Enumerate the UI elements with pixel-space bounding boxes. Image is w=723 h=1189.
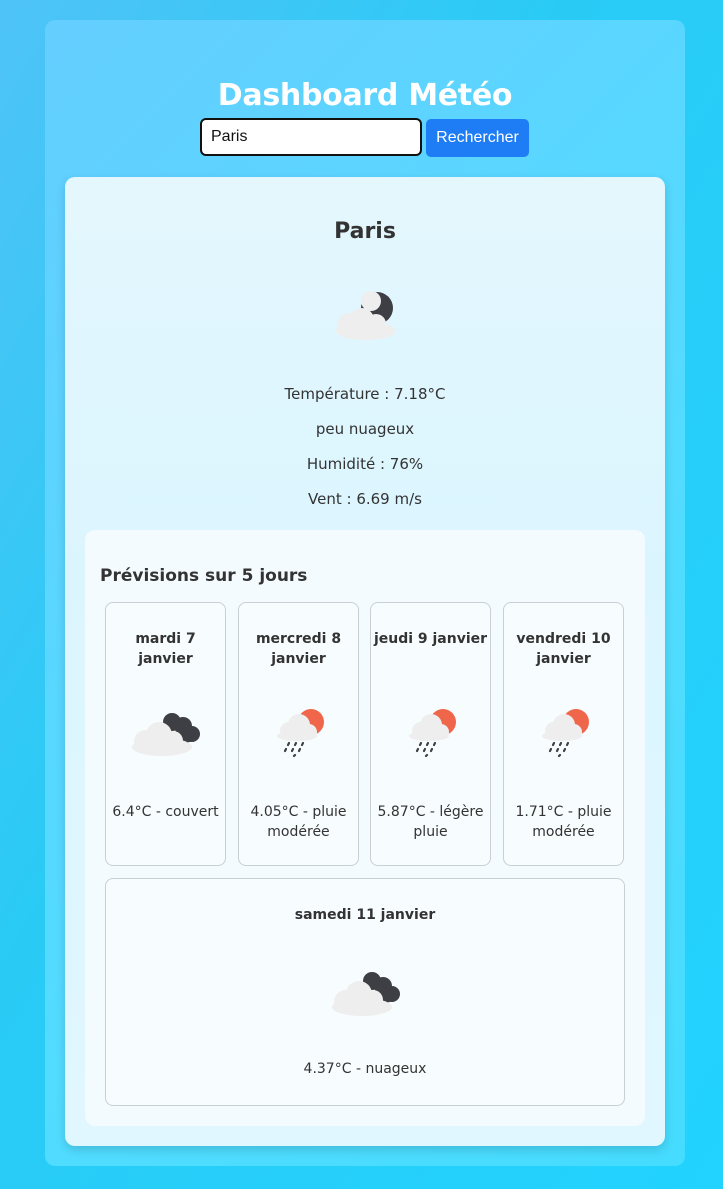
search-input[interactable] (200, 118, 422, 156)
forecast-day-card: samedi 11 janvier 4.37°C - nuageux (105, 878, 625, 1106)
forecast-day-text: 5.87°C - légère pluie (377, 804, 484, 840)
broken-clouds-icon (332, 972, 400, 1016)
rain-sun-icon (409, 709, 456, 757)
forecast-day-name: vendredi 10 janvier (516, 631, 611, 667)
forecast-section: Prévisions sur 5 jours mardi 7 janvier 6… (85, 530, 645, 1126)
forecast-day-name: mardi 7 janvier (135, 631, 196, 667)
forecast-day-card: jeudi 9 janvier 5.87°C - légère pluie (370, 602, 491, 866)
overcast-clouds-icon (132, 713, 200, 756)
page-title: Dashboard Météo (217, 78, 513, 113)
forecast-day-name: samedi 11 janvier (294, 907, 436, 923)
forecast-day-name: mercredi 8 janvier (255, 631, 342, 667)
forecast-day-text: 4.05°C - pluie modérée (250, 804, 347, 840)
search-button[interactable]: Rechercher (426, 119, 529, 157)
current-weather-card: Paris Température : 7.18°C peu nuageux H… (65, 177, 665, 1146)
partly-cloudy-night-icon (336, 291, 396, 340)
forecast-day-text: 4.37°C - nuageux (303, 1061, 427, 1077)
forecast-title: Prévisions sur 5 jours (100, 566, 308, 586)
dashboard-panel: Dashboard Météo Rechercher Paris Tempéra… (45, 20, 685, 1166)
forecast-day-card: vendredi 10 janvier 1.71°C - pluie modér… (503, 602, 624, 866)
forecast-day-text: 6.4°C - couvert (112, 804, 219, 820)
rain-sun-icon (542, 709, 589, 757)
wind-text: Vent : 6.69 m/s (308, 490, 422, 508)
temperature-text: Température : 7.18°C (284, 385, 446, 403)
forecast-day-card: mardi 7 janvier 6.4°C - couvert (105, 602, 226, 866)
city-name: Paris (334, 219, 396, 244)
forecast-day-card: mercredi 8 janvier 4.05°C - pluie modéré… (238, 602, 359, 866)
rain-sun-icon (277, 709, 324, 757)
forecast-day-name: jeudi 9 janvier (373, 631, 488, 647)
description-text: peu nuageux (315, 420, 415, 438)
humidity-text: Humidité : 76% (306, 455, 424, 473)
forecast-day-text: 1.71°C - pluie modérée (515, 804, 612, 840)
